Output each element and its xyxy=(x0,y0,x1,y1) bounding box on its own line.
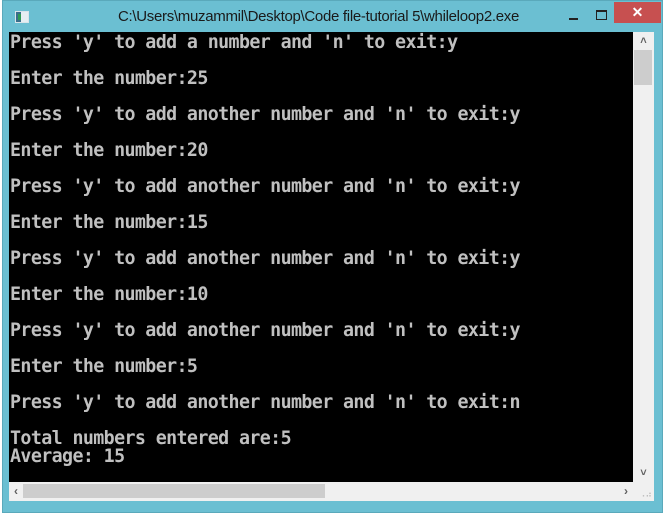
resize-grip-icon[interactable] xyxy=(633,482,654,501)
window-title: C:\Users\muzammil\Desktop\Code file-tuto… xyxy=(118,8,520,25)
console-line: Enter the number:25 xyxy=(10,68,208,89)
console-line: Enter the number:10 xyxy=(10,284,208,305)
scroll-right-button[interactable]: › xyxy=(619,482,633,501)
maximize-button[interactable] xyxy=(587,4,615,26)
close-button[interactable]: ✕ xyxy=(614,2,661,23)
maximize-icon xyxy=(595,10,607,20)
chevron-left-icon: ‹ xyxy=(14,484,18,498)
chevron-up-icon: ˄ xyxy=(640,35,647,47)
console-line: Enter the number:5 xyxy=(10,356,198,377)
horizontal-scroll-thumb[interactable] xyxy=(23,484,325,498)
console-line: Press 'y' to add another number and 'n' … xyxy=(10,104,521,125)
console-line: Press 'y' to add another number and 'n' … xyxy=(10,248,521,269)
console-line: Enter the number:15 xyxy=(10,212,208,233)
console-line: Press 'y' to add another number and 'n' … xyxy=(10,176,521,197)
title-bar[interactable]: C:\Users\muzammil\Desktop\Code file-tuto… xyxy=(3,1,662,33)
chevron-down-icon: ˅ xyxy=(640,467,647,479)
console-line: Average: 15 xyxy=(10,446,125,467)
vertical-scroll-thumb[interactable] xyxy=(634,50,652,85)
close-icon: ✕ xyxy=(631,4,644,20)
horizontal-scrollbar[interactable]: ‹ › xyxy=(9,482,633,501)
console-line: Press 'y' to add another number and 'n' … xyxy=(10,320,521,341)
minimize-button[interactable] xyxy=(559,5,587,27)
scroll-left-button[interactable]: ‹ xyxy=(9,482,23,501)
minimize-icon xyxy=(568,18,578,20)
console-line: Press 'y' to add another number and 'n' … xyxy=(10,392,521,413)
console-app-icon[interactable] xyxy=(15,11,29,23)
vertical-scrollbar[interactable]: ˄ ˅ xyxy=(633,32,654,482)
console-line: Press 'y' to add a number and 'n' to exi… xyxy=(10,32,458,53)
scroll-down-button[interactable]: ˅ xyxy=(633,464,654,482)
scroll-up-button[interactable]: ˄ xyxy=(633,32,654,50)
console-line: Enter the number:20 xyxy=(10,140,208,161)
console-output[interactable]: Press 'y' to add a number and 'n' to exi… xyxy=(9,32,633,482)
chevron-right-icon: › xyxy=(624,484,628,498)
